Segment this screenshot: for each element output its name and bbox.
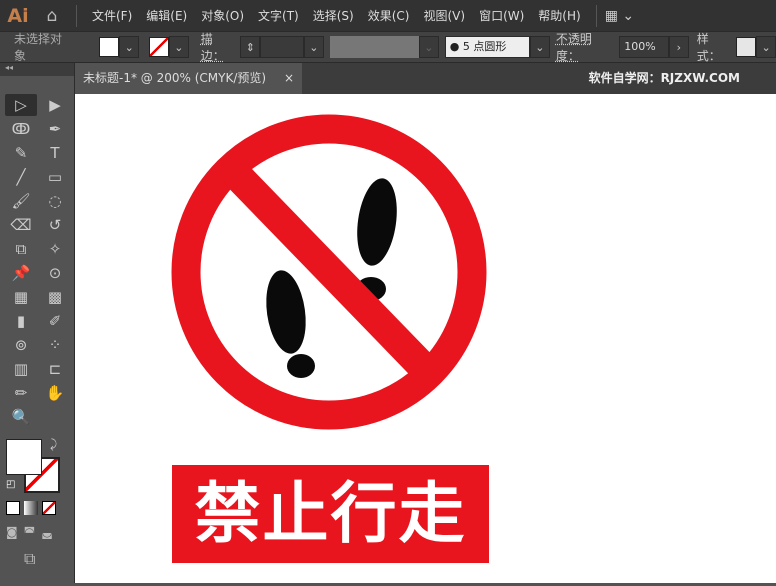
divider [595, 4, 597, 27]
menu-view[interactable]: 视图(V) [416, 7, 472, 24]
tool-button-3-icon[interactable]: ✒ [39, 118, 71, 140]
brush-dropdown[interactable]: ⌄ [529, 36, 550, 58]
tool-button-13-icon[interactable]: ✧ [39, 238, 71, 260]
footprint-heel [287, 354, 315, 378]
tool-button-0-icon[interactable]: ▷ [5, 94, 37, 116]
menu-help[interactable]: 帮助(H) [531, 7, 587, 24]
tool-button-15-icon[interactable]: ⊙ [39, 262, 71, 284]
tool-button-18-icon[interactable]: ▮ [5, 310, 37, 332]
divider [76, 4, 77, 27]
stroke-swatch[interactable] [149, 37, 169, 57]
workspace-switcher-icon[interactable]: ▦ ⌄ [605, 8, 634, 24]
variable-width-profile[interactable] [329, 36, 419, 58]
fill-color-box[interactable] [6, 439, 42, 475]
tool-button-2-icon[interactable]: ↂ [5, 118, 37, 140]
footprint-sole [357, 178, 397, 266]
gradient-button[interactable] [24, 501, 38, 515]
tool-button-8-icon[interactable]: 🖌 [5, 190, 37, 212]
stroke-weight-dropdown[interactable]: ⌄ [303, 36, 324, 58]
tool-button-11-icon[interactable]: ↺ [39, 214, 71, 236]
swap-colors-icon[interactable]: ⤸ [50, 437, 57, 452]
tool-button-25-icon[interactable]: ✋ [39, 382, 71, 404]
tools-panel: ◂◂ ▷ ▶ ↂ ✒ ✎ T ╱ ▭ 🖌 ◌ ⌫ ↺ ⧉ ✧ 📌 ⊙ ▦ ▩ ▮ ✐ ⊚ ⁘ ▥ ⊏ ✏ ✋ 🔍 ⤸ ◰ ◙◚◛ ⧉ [0, 63, 75, 583]
brush-label: 5 点圆形 [462, 40, 507, 53]
menu-effect[interactable]: 效果(C) [361, 7, 417, 24]
selection-status: 未选择对象 [14, 32, 63, 63]
artboard[interactable]: 禁止行走 [75, 94, 776, 583]
sign-text: 禁止行走 [194, 475, 467, 552]
tool-button-4-icon[interactable]: ✎ [5, 142, 37, 164]
document-tab[interactable]: 未标题-1* @ 200% (CMYK/预览) × [75, 63, 302, 94]
style-swatch[interactable] [736, 37, 757, 57]
tool-button-21-icon[interactable]: ⁘ [39, 334, 71, 356]
tool-button-19-icon[interactable]: ✐ [39, 310, 71, 332]
tool-button-16-icon[interactable]: ▦ [5, 286, 37, 308]
control-bar: 未选择对象 ⌄ ⌄ 描边： ⇕ ⌄ ⌄ ● 5 点圆形 ⌄ 不透明度： 100%… [0, 31, 776, 63]
stroke-dropdown[interactable]: ⌄ [168, 36, 189, 58]
profile-dropdown[interactable]: ⌄ [418, 36, 439, 58]
tool-button-12-icon[interactable]: ⧉ [5, 238, 37, 260]
tool-button-10-icon[interactable]: ⌫ [5, 214, 37, 236]
tool-button-24-icon[interactable]: ✏ [5, 382, 37, 404]
footprint-sole [266, 270, 306, 354]
document-tab-bar: 未标题-1* @ 200% (CMYK/预览) × 软件自学网：RJZXW.CO… [75, 63, 776, 94]
draw-mode-buttons[interactable]: ◙◚◛ [6, 525, 59, 539]
color-button[interactable] [6, 501, 20, 515]
fill-swatch[interactable] [99, 37, 120, 57]
collapse-panel-icon[interactable]: ◂◂ [0, 63, 74, 76]
brush-definition[interactable]: ● 5 点圆形 [444, 36, 530, 58]
tool-button-6-icon[interactable]: ╱ [5, 166, 37, 188]
stroke-weight-input[interactable] [260, 36, 304, 58]
stroke-label[interactable]: 描边： [201, 30, 237, 64]
color-mode-buttons [6, 501, 56, 515]
fill-dropdown[interactable]: ⌄ [119, 36, 140, 58]
tool-button-14-icon[interactable]: 📌 [5, 262, 37, 284]
menu-edit[interactable]: 编辑(E) [139, 7, 194, 24]
app-logo: Ai [7, 4, 29, 27]
tool-grid: ▷ ▶ ↂ ✒ ✎ T ╱ ▭ 🖌 ◌ ⌫ ↺ ⧉ ✧ 📌 ⊙ ▦ ▩ ▮ ✐ ⊚ ⁘ ▥ ⊏ ✏ ✋ 🔍 [0, 76, 74, 428]
tool-button-7-icon[interactable]: ▭ [39, 166, 71, 188]
default-colors-icon[interactable]: ◰ [6, 479, 15, 490]
style-dropdown[interactable]: ⌄ [756, 36, 776, 58]
tool-button-23-icon[interactable]: ⊏ [39, 358, 71, 380]
watermark: 软件自学网：RJZXW.COM [588, 71, 740, 85]
opacity-input[interactable]: 100% [619, 36, 669, 58]
home-icon[interactable]: ⌂ [36, 6, 68, 26]
none-button[interactable] [42, 501, 56, 515]
stroke-weight-stepper[interactable]: ⇕ [240, 36, 261, 58]
tool-button-20-icon[interactable]: ⊚ [5, 334, 37, 356]
style-label: 样式： [696, 32, 721, 63]
tool-button-17-icon[interactable]: ▩ [39, 286, 71, 308]
menu-window[interactable]: 窗口(W) [472, 7, 531, 24]
tool-button-26-icon[interactable]: 🔍 [5, 406, 37, 428]
screen-mode-icon[interactable]: ⧉ [24, 549, 35, 569]
menu-file[interactable]: 文件(F) [85, 7, 139, 24]
opacity-label[interactable]: 不透明度： [556, 30, 615, 64]
menu-type[interactable]: 文字(T) [251, 7, 306, 24]
tool-button-1-icon[interactable]: ▶ [39, 94, 71, 116]
close-icon[interactable]: × [284, 63, 294, 94]
tool-button-22-icon[interactable]: ▥ [5, 358, 37, 380]
document-tab-title: 未标题-1* @ 200% (CMYK/预览) [83, 71, 267, 85]
menu-select[interactable]: 选择(S) [306, 7, 361, 24]
opacity-arrow[interactable]: › [668, 36, 689, 58]
menu-object[interactable]: 对象(O) [194, 7, 251, 24]
tool-button-9-icon[interactable]: ◌ [39, 190, 71, 212]
menu-bar: Ai ⌂ 文件(F) 编辑(E) 对象(O) 文字(T) 选择(S) 效果(C)… [0, 0, 776, 31]
tool-button-5-icon[interactable]: T [39, 142, 71, 164]
